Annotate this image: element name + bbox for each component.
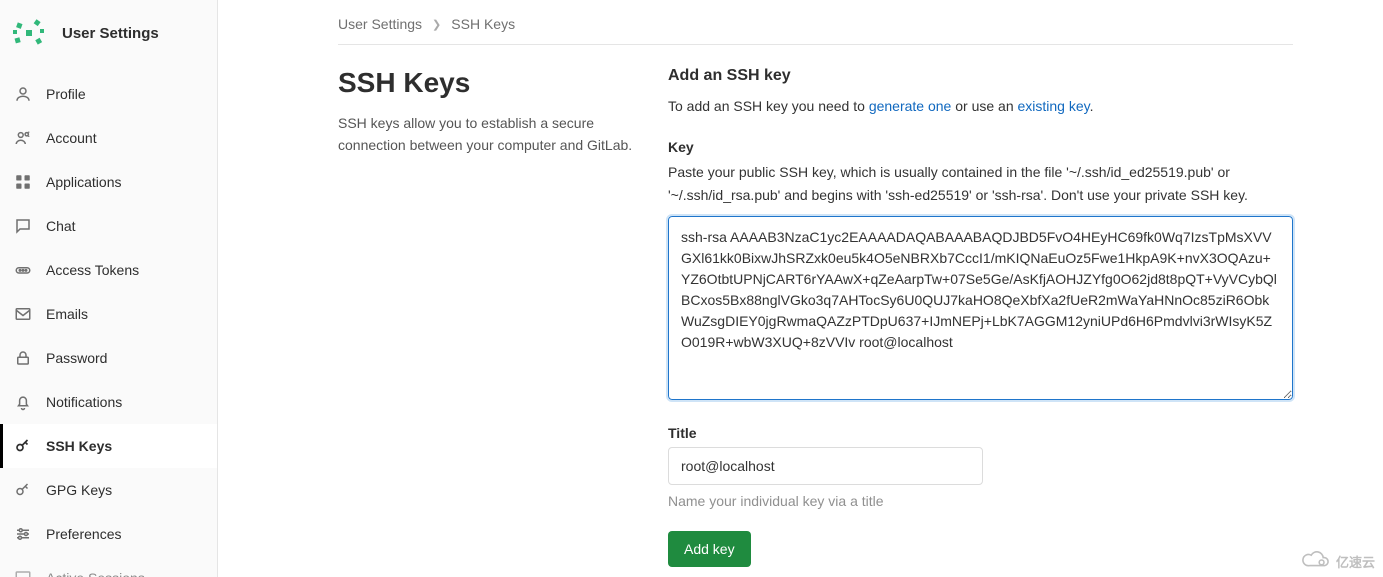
sidebar-item-label: Profile [46,86,86,102]
sidebar-item-profile[interactable]: Profile [0,72,217,116]
key-hint: Paste your public SSH key, which is usua… [668,161,1293,206]
sidebar-item-label: GPG Keys [46,482,112,498]
app-logo-icon [10,14,48,52]
gpg-keys-icon [14,481,32,499]
sidebar-item-account[interactable]: Account [0,116,217,160]
sidebar-item-label: Notifications [46,394,122,410]
sidebar-header: User Settings [0,0,217,66]
access-tokens-icon [14,261,32,279]
breadcrumb-parent[interactable]: User Settings [338,16,422,32]
ssh-key-textarea[interactable] [668,216,1293,400]
sidebar-item-label: Password [46,350,107,366]
sidebar-item-preferences[interactable]: Preferences [0,512,217,556]
add-key-button[interactable]: Add key [668,531,751,567]
add-key-heading: Add an SSH key [668,67,1293,85]
sidebar-item-label: Emails [46,306,88,322]
generate-key-link[interactable]: generate one [869,98,952,114]
preferences-icon [14,525,32,543]
breadcrumb: User Settings ❯ SSH Keys [338,16,1293,45]
sidebar-item-label: Access Tokens [46,262,139,278]
active-sessions-icon [14,569,32,577]
sidebar-item-active-sessions[interactable]: Active Sessions [0,556,217,577]
notifications-icon [14,393,32,411]
main-content: User Settings ❯ SSH Keys SSH Keys SSH ke… [218,0,1383,577]
sidebar-item-ssh-keys[interactable]: SSH Keys [0,424,217,468]
sidebar-item-applications[interactable]: Applications [0,160,217,204]
chevron-right-icon: ❯ [432,18,441,31]
sidebar-item-label: Chat [46,218,76,234]
watermark-text: 亿速云 [1336,552,1375,571]
sidebar-title: User Settings [62,25,159,42]
password-icon [14,349,32,367]
sidebar-nav: Profile Account Applications Chat Access… [0,66,217,577]
sidebar-item-access-tokens[interactable]: Access Tokens [0,248,217,292]
title-input[interactable] [668,447,983,485]
ssh-keys-icon [14,437,32,455]
sidebar-item-label: Account [46,130,97,146]
add-key-instruction: To add an SSH key you need to generate o… [668,95,1293,117]
page-lead: SSH keys allow you to establish a secure… [338,113,638,156]
cloud-icon [1300,550,1332,573]
key-label: Key [668,139,1293,155]
sidebar-item-gpg-keys[interactable]: GPG Keys [0,468,217,512]
watermark: 亿速云 [1300,550,1375,573]
chat-icon [14,217,32,235]
sidebar: User Settings Profile Account Applicatio… [0,0,218,577]
page-title: SSH Keys [338,67,638,99]
sidebar-item-label: SSH Keys [46,438,112,454]
breadcrumb-current: SSH Keys [451,16,515,32]
sidebar-item-password[interactable]: Password [0,336,217,380]
title-label: Title [668,425,1293,441]
sidebar-item-label: Active Sessions [46,570,145,577]
emails-icon [14,305,32,323]
account-icon [14,129,32,147]
applications-icon [14,173,32,191]
sidebar-item-label: Applications [46,174,122,190]
sidebar-item-emails[interactable]: Emails [0,292,217,336]
profile-icon [14,85,32,103]
sidebar-item-chat[interactable]: Chat [0,204,217,248]
sidebar-item-notifications[interactable]: Notifications [0,380,217,424]
title-help: Name your individual key via a title [668,493,1293,509]
existing-key-link[interactable]: existing key [1018,98,1090,114]
sidebar-item-label: Preferences [46,526,121,542]
